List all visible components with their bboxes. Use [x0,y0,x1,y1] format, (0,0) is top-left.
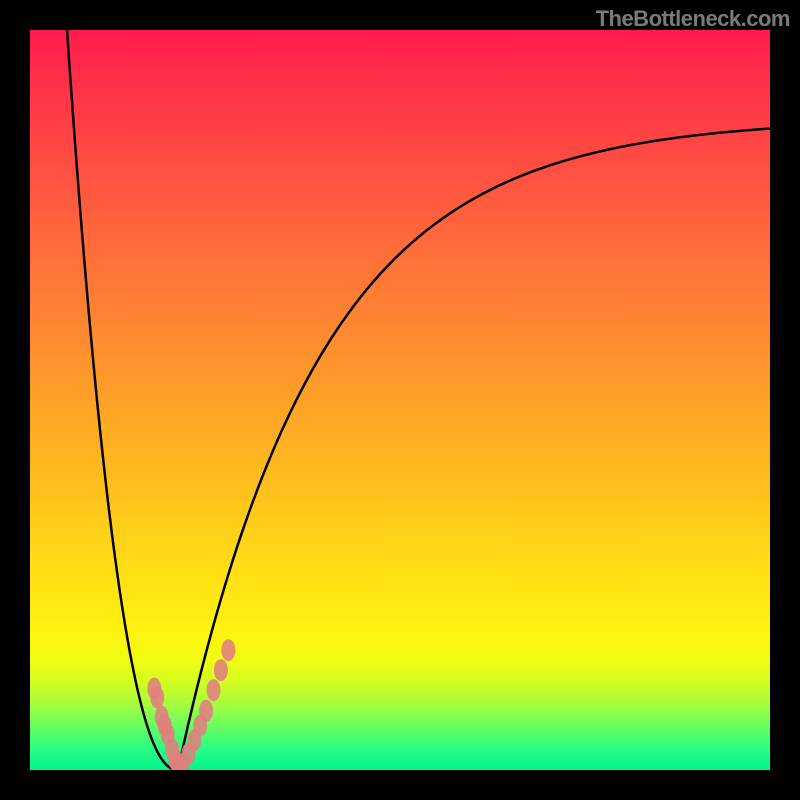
left-curve [67,30,178,770]
data-point-left [150,686,164,708]
data-point-right [214,659,228,681]
data-point-right [221,639,235,661]
chart-svg [30,30,770,770]
watermark-text: TheBottleneck.com [596,6,790,32]
data-point-right [207,679,221,701]
chart-container: TheBottleneck.com [0,0,800,800]
data-point-right [199,700,213,722]
right-curve [178,129,770,770]
plot-area [30,30,770,770]
